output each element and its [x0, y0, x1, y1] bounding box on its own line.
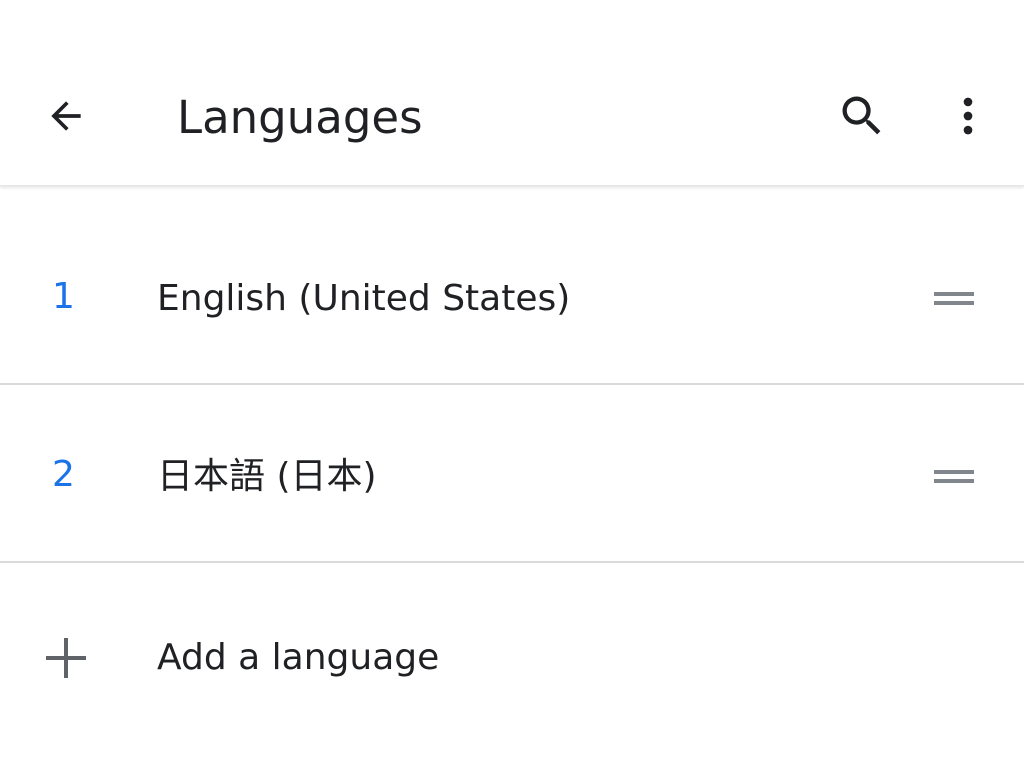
- language-row[interactable]: 2 日本語 (日本): [0, 385, 1024, 563]
- back-button[interactable]: [34, 84, 98, 148]
- more-options-button[interactable]: [936, 84, 1000, 148]
- app-bar: Languages: [0, 0, 1024, 186]
- languages-screen: Languages 1 English (United States) 2 日本…: [0, 0, 1024, 767]
- drag-handle-icon: [934, 470, 974, 483]
- arrow-back-icon: [51, 101, 81, 131]
- drag-handle[interactable]: [928, 277, 980, 321]
- search-icon: [842, 96, 881, 135]
- add-language-label: Add a language: [157, 637, 440, 678]
- language-order-number: 1: [52, 276, 75, 317]
- drag-handle-icon: [934, 292, 974, 305]
- add-language-button[interactable]: Add a language: [0, 594, 1024, 724]
- search-button[interactable]: [830, 84, 894, 148]
- language-label: English (United States): [157, 278, 571, 319]
- language-list: 1 English (United States) 2 日本語 (日本): [0, 207, 1024, 563]
- page-title: Languages: [177, 91, 423, 144]
- language-order-number: 2: [52, 454, 75, 495]
- more-vert-icon: [963, 97, 973, 135]
- drag-handle[interactable]: [928, 455, 980, 499]
- language-label: 日本語 (日本): [157, 456, 377, 497]
- language-row[interactable]: 1 English (United States): [0, 207, 1024, 385]
- plus-icon: [40, 632, 92, 684]
